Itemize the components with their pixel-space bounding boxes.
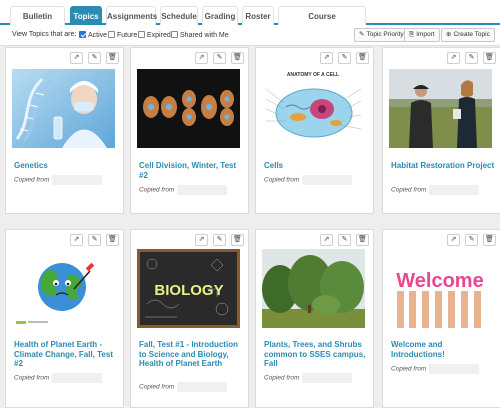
share-icon[interactable]: ⇗ — [320, 52, 333, 64]
topic-card-fall-test-1[interactable]: ⇗ ✎ 🗑 BIOLOGY Fall, Test #1 - Introducti… — [130, 229, 249, 408]
card-image-trees — [262, 249, 365, 328]
pencil-icon[interactable]: ✎ — [338, 234, 351, 246]
topic-card-habitat-restoration[interactable]: ⇗ ✎ 🗑 Habitat Restoration Project Copied… — [382, 47, 500, 214]
card-actions: ⇗ ✎ 🗑 — [447, 52, 496, 64]
tab-roster[interactable]: Roster — [242, 6, 274, 25]
topic-card-cells[interactable]: ⇗ ✎ 🗑 ANATOMY OF A CELL Cells Copied fro… — [255, 47, 374, 214]
filter-label: View Topics that are: — [12, 31, 77, 38]
pencil-icon[interactable]: ✎ — [465, 234, 478, 246]
tab-schedule[interactable]: Schedule — [160, 6, 198, 25]
copied-from: Copied from — [264, 373, 353, 383]
pencil-icon[interactable]: ✎ — [338, 52, 351, 64]
card-actions: ⇗ ✎ 🗑 — [320, 52, 369, 64]
biology-text: BIOLOGY — [154, 282, 223, 299]
pencil-icon[interactable]: ✎ — [88, 234, 101, 246]
card-image-field-people — [389, 69, 492, 148]
create-topic-button[interactable]: ⊕ Create Topic — [441, 28, 495, 42]
share-icon[interactable]: ⇗ — [447, 234, 460, 246]
redacted-name — [52, 373, 103, 383]
pencil-icon[interactable]: ✎ — [213, 52, 226, 64]
tab-grading[interactable]: Grading — [202, 6, 238, 25]
trash-icon[interactable]: 🗑 — [231, 52, 244, 64]
share-icon[interactable]: ⇗ — [447, 52, 460, 64]
filter-shared-checkbox[interactable]: Shared with Me — [171, 31, 229, 39]
copied-from: Copied from — [139, 185, 228, 195]
card-actions: ⇗ ✎ 🗑 — [195, 234, 244, 246]
pencil-icon[interactable]: ✎ — [88, 52, 101, 64]
redacted-name — [429, 364, 480, 374]
tab-assignments[interactable]: Assignments — [106, 6, 157, 25]
card-image-anatomy-of-a-cell: ANATOMY OF A CELL — [262, 69, 365, 148]
tab-course-recommendations[interactable]: Course recommendations — [278, 6, 366, 40]
share-icon[interactable]: ⇗ — [195, 52, 208, 64]
filter-future-checkbox[interactable]: Future — [108, 31, 137, 39]
redacted-name — [429, 185, 480, 195]
redacted-name — [52, 175, 103, 185]
redacted-name — [302, 175, 353, 185]
card-image-biology-chalkboard: BIOLOGY — [137, 249, 240, 328]
card-title[interactable]: Plants, Trees, and Shrubs common to SSES… — [264, 340, 370, 369]
trash-icon[interactable]: 🗑 — [231, 234, 244, 246]
filter-active-checkbox[interactable]: Active — [79, 31, 107, 39]
pencil-icon: ✎ — [359, 31, 365, 38]
topic-card-health-of-planet-earth[interactable]: ⇗ ✎ 🗑 Health of Planet Earth - Climate C… — [5, 229, 124, 408]
card-image-welcome-hands: Welcome — [389, 249, 492, 328]
card-title[interactable]: Health of Planet Earth - Climate Change,… — [14, 340, 120, 369]
filter-bar: View Topics that are: Active Future Expi… — [0, 25, 500, 46]
topic-card-genetics[interactable]: ⇗ ✎ 🗑 Genetics Copied from — [5, 47, 124, 214]
redacted-name — [177, 382, 228, 392]
share-icon[interactable]: ⇗ — [70, 52, 83, 64]
card-image-cell-division — [137, 69, 240, 148]
plus-circle-icon: ⊕ — [446, 31, 452, 38]
card-title[interactable]: Genetics — [14, 161, 120, 171]
copied-from: Copied from — [139, 382, 228, 392]
copied-from: Copied from — [391, 364, 480, 374]
trash-icon[interactable]: 🗑 — [483, 52, 496, 64]
tab-topics[interactable]: Topics — [70, 6, 102, 25]
tab-bar: Bulletin board Topics Assignments Schedu… — [0, 0, 500, 40]
card-title[interactable]: Habitat Restoration Project — [391, 161, 497, 171]
card-actions: ⇗ ✎ 🗑 — [70, 52, 119, 64]
checkbox-icon[interactable] — [171, 31, 178, 38]
topic-card-cell-division[interactable]: ⇗ ✎ 🗑 Cell Division, Winter, Test #2 Cop… — [130, 47, 249, 214]
topic-card-plants-trees-shrubs[interactable]: ⇗ ✎ 🗑 Plants, Trees, and Shrubs common t… — [255, 229, 374, 408]
trash-icon[interactable]: 🗑 — [106, 234, 119, 246]
card-actions: ⇗ ✎ 🗑 — [195, 52, 244, 64]
card-actions: ⇗ ✎ 🗑 — [447, 234, 496, 246]
checkbox-checked-icon[interactable] — [79, 31, 86, 38]
share-icon[interactable]: ⇗ — [195, 234, 208, 246]
share-icon[interactable]: ⇗ — [320, 234, 333, 246]
copied-from: Copied from — [14, 175, 103, 185]
card-title[interactable]: Cell Division, Winter, Test #2 — [139, 161, 245, 180]
card-actions: ⇗ ✎ 🗑 — [70, 234, 119, 246]
card-title[interactable]: Fall, Test #1 - Introduction to Science … — [139, 340, 245, 369]
trash-icon[interactable]: 🗑 — [356, 52, 369, 64]
copied-from: Copied from — [391, 185, 480, 195]
import-icon: ⎘ — [409, 31, 415, 38]
trash-icon[interactable]: 🗑 — [106, 52, 119, 64]
card-image-dna-scientist — [12, 69, 115, 148]
card-actions: ⇗ ✎ 🗑 — [320, 234, 369, 246]
tab-bulletin-board[interactable]: Bulletin board — [10, 6, 65, 40]
pencil-icon[interactable]: ✎ — [465, 52, 478, 64]
checkbox-icon[interactable] — [108, 31, 115, 38]
trash-icon[interactable]: 🗑 — [483, 234, 496, 246]
copied-from: Copied from — [264, 175, 353, 185]
redacted-name — [177, 185, 228, 195]
redacted-name — [302, 373, 353, 383]
pencil-icon[interactable]: ✎ — [213, 234, 226, 246]
import-button[interactable]: ⎘ Import — [404, 28, 440, 42]
topic-priority-button[interactable]: ✎ Topic Priority — [354, 28, 409, 42]
card-title[interactable]: Cells — [264, 161, 370, 171]
trash-icon[interactable]: 🗑 — [356, 234, 369, 246]
topic-card-welcome[interactable]: ⇗ ✎ 🗑 Welcome Welcome and Introductions!… — [382, 229, 500, 408]
checkbox-icon[interactable] — [138, 31, 145, 38]
cell-heading-text: ANATOMY OF A CELL — [287, 72, 339, 78]
copied-from: Copied from — [14, 373, 103, 383]
welcome-text: Welcome — [396, 270, 483, 292]
card-title[interactable]: Welcome and Introductions! — [391, 340, 497, 359]
filter-expired-checkbox[interactable]: Expired — [138, 31, 171, 39]
card-image-sick-earth — [12, 249, 115, 328]
share-icon[interactable]: ⇗ — [70, 234, 83, 246]
